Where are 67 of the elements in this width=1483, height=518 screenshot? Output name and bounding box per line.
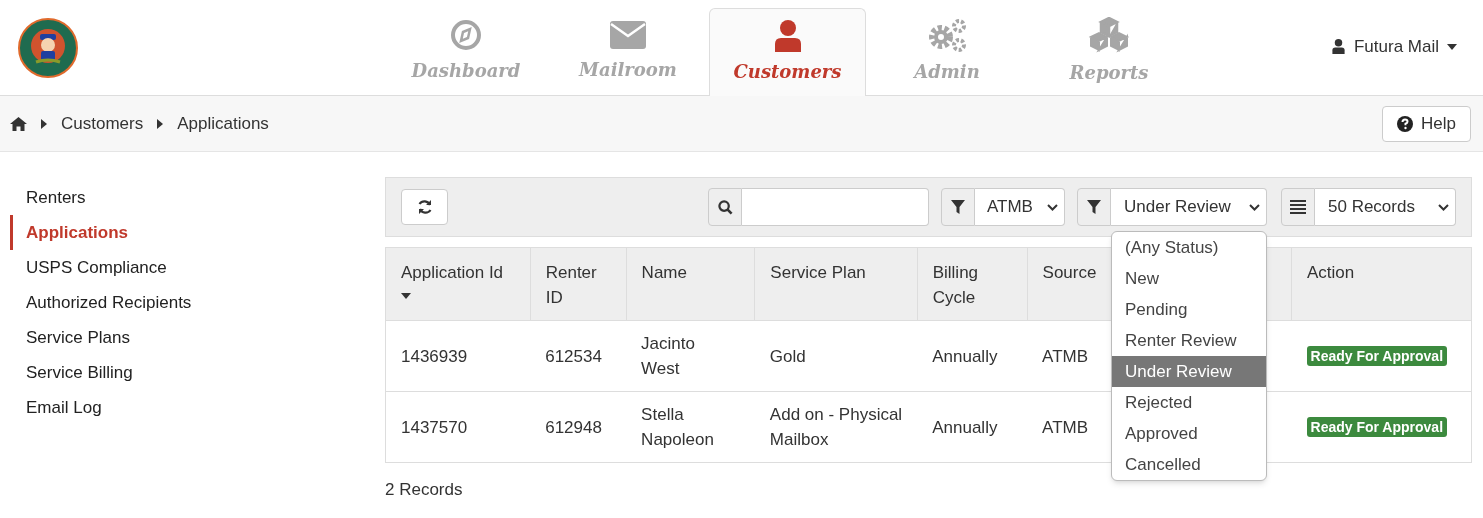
table-cell-text: Annually — [932, 416, 999, 439]
dropdown-option[interactable]: Rejected — [1112, 387, 1266, 418]
column-header[interactable]: Application Id — [401, 260, 515, 285]
table-cell-text: ATMB — [1042, 345, 1090, 368]
dropdown-option[interactable]: Pending — [1112, 294, 1266, 325]
sort-caret-icon — [401, 293, 411, 299]
help-icon — [1397, 115, 1414, 132]
dropdown-option[interactable]: Under Review — [1112, 356, 1266, 387]
chevron-icon — [1249, 203, 1260, 211]
table-cell-text: Add on - Physical Mailbox — [769, 404, 903, 451]
user-icon — [773, 20, 802, 52]
dropdown-option[interactable]: Cancelled — [1112, 449, 1266, 480]
column-header[interactable]: Renter ID — [545, 260, 611, 310]
chevron-icon — [1047, 203, 1058, 211]
table-cell-text: 612534 — [545, 345, 603, 368]
column-header[interactable]: Billing Cycle — [932, 260, 1012, 310]
sidebar-item[interactable]: Email Log — [10, 390, 385, 425]
filter-icon — [951, 200, 965, 214]
home-icon[interactable] — [10, 116, 27, 131]
table-cell-text: Annually — [932, 345, 999, 368]
compass-icon — [450, 18, 482, 51]
dropdown-option[interactable]: Renter Review — [1112, 325, 1266, 356]
dropdown-option[interactable]: New — [1112, 263, 1266, 294]
envelope-icon — [609, 19, 647, 50]
table-cell-text: Stella Napoleon — [641, 404, 715, 451]
cubes-icon — [1087, 16, 1131, 53]
nav-tab[interactable]: Customers — [709, 8, 866, 96]
dropdown-option[interactable]: (Any Status) — [1112, 232, 1266, 263]
column-header[interactable]: Service Plan — [770, 260, 902, 285]
column-header[interactable]: Action — [1307, 260, 1456, 285]
status-badge: Ready For Approval — [1306, 417, 1448, 438]
sidebar-item[interactable]: USPS Compliance — [10, 250, 385, 285]
table-cell-text: 612948 — [545, 416, 603, 439]
help-button[interactable]: Help — [1382, 105, 1471, 142]
chevron-icon — [1438, 203, 1449, 211]
sidebar-item[interactable]: Renters — [10, 180, 385, 215]
search-field[interactable] — [742, 188, 929, 226]
breadcrumb-link[interactable]: Applications — [177, 110, 269, 137]
gears-icon — [927, 17, 967, 52]
sidebar-item[interactable]: Service Plans — [10, 320, 385, 355]
table-cell-text: Jacinto West — [641, 333, 696, 380]
status-badge: Ready For Approval — [1306, 346, 1448, 367]
caret-icon — [157, 118, 164, 129]
sidebar-item[interactable]: Authorized Recipients — [10, 285, 385, 320]
logo-icon — [17, 17, 78, 78]
sidebar-item[interactable]: Service Billing — [10, 355, 385, 390]
source-select[interactable]: ATMB — [975, 188, 1065, 226]
user-menu[interactable]: Futura Mail — [1353, 34, 1457, 60]
caret-icon — [1447, 43, 1457, 50]
dropdown-option[interactable]: Approved — [1112, 418, 1266, 449]
page-size-select[interactable]: 50 Records — [1315, 188, 1456, 226]
refresh-icon — [416, 199, 433, 215]
search-icon — [717, 199, 733, 215]
user-icon — [1330, 39, 1346, 55]
column-header[interactable]: Name — [641, 260, 740, 285]
table-cell-text: Gold — [769, 345, 807, 368]
record-count: 2 Records — [385, 479, 464, 501]
refresh-button[interactable] — [401, 189, 448, 225]
breadcrumb-link[interactable]: Customers — [61, 110, 144, 137]
table-cell-text: ATMB — [1042, 416, 1090, 439]
column-header[interactable]: Source — [1042, 260, 1097, 285]
table-cell-text: 1437570 — [401, 416, 469, 439]
status-select[interactable]: Under Review — [1111, 188, 1267, 226]
list-icon — [1290, 200, 1306, 214]
filter-icon — [1087, 200, 1101, 214]
caret-icon — [41, 118, 47, 129]
table-cell-text: 1436939 — [401, 345, 469, 368]
